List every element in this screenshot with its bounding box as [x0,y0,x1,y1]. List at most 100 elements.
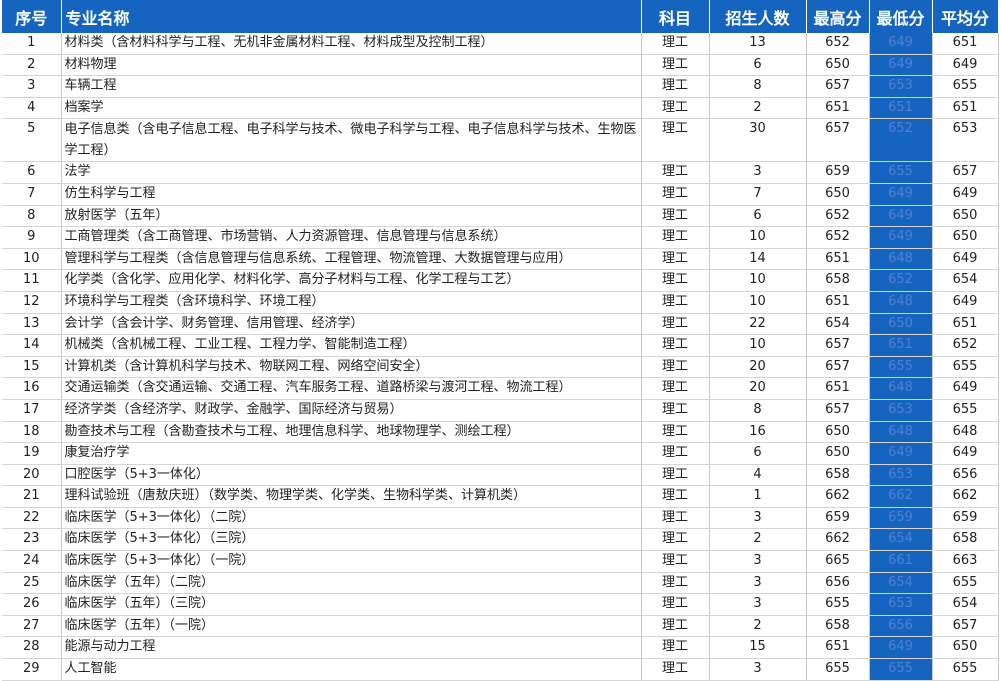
max-score-cell: 656 [806,572,870,595]
subject-cell: 理工 [641,33,710,55]
row-no-cell: 17 [2,399,62,422]
major-name-cell: 环境科学与工程类（含环境科学、环境工程） [61,291,642,314]
subject-cell: 理工 [641,97,710,120]
avg-score-cell: 649 [932,183,999,206]
quota-cell: 3 [709,572,807,595]
header-max-score: 最高分 [806,0,870,33]
min-score-cell: 653 [869,593,933,616]
max-score-cell: 658 [806,269,870,292]
min-score-cell: 649 [869,33,933,55]
subject-cell: 理工 [641,205,710,228]
row-no-cell: 9 [2,226,62,249]
major-name-cell: 康复治疗学 [61,442,642,465]
major-name-cell: 电子信息类（含电子信息工程、电子科学与技术、微电子科学与工程、电子信息科学与技术… [61,118,642,163]
major-name-cell: 仿生科学与工程 [61,183,642,206]
quota-cell: 14 [709,248,807,271]
table-row: 29 人工智能 理工 3 655 655 655 [2,658,999,681]
quota-cell: 10 [709,226,807,249]
avg-score-cell: 655 [932,658,999,681]
row-no-cell: 23 [2,528,62,552]
subject-cell: 理工 [641,54,710,77]
table-row: 15 计算机类（含计算机科学与技术、物联网工程、网络空间安全） 理工 20 657 655… [2,356,999,379]
header-row: 序号 专业名称 科目 招生人数 最高分 最低分 平均分 [2,0,999,33]
subject-cell: 理工 [641,550,710,573]
table-row: 5 电子信息类（含电子信息工程、电子科学与技术、微电子科学与工程、电子信息科学与技… [2,118,999,163]
quota-cell: 1 [709,485,807,508]
max-score-cell: 657 [806,118,870,163]
max-score-cell: 650 [806,421,870,444]
avg-score-cell: 649 [932,248,999,271]
avg-score-cell: 650 [932,226,999,249]
min-score-cell: 648 [869,421,933,444]
quota-cell: 10 [709,291,807,314]
max-score-cell: 655 [806,593,870,616]
subject-cell: 理工 [641,421,710,444]
max-score-cell: 650 [806,442,870,465]
major-name-cell: 临床医学（5+3一体化）（一院） [61,550,642,573]
quota-cell: 8 [709,399,807,422]
quota-cell: 13 [709,33,807,55]
quota-cell: 8 [709,75,807,98]
avg-score-cell: 652 [932,334,999,357]
major-name-cell: 理科试验班（唐敖庆班）（数学类、物理学类、化学类、生物科学类、计算机类） [61,485,642,508]
major-name-cell: 管理科学与工程类（含信息管理与信息系统、工程管理、物流管理、大数据管理与应用） [61,248,642,271]
table-row: 24 临床医学（5+3一体化）（一院） 理工 3 665 661 663 [2,550,999,573]
table-row: 6 法学 理工 3 659 655 657 [2,161,999,184]
major-name-cell: 临床医学（五年）（二院） [61,572,642,595]
avg-score-cell: 654 [932,593,999,616]
quota-cell: 6 [709,54,807,77]
avg-score-cell: 655 [932,75,999,98]
quota-cell: 7 [709,183,807,206]
max-score-cell: 652 [806,33,870,55]
avg-score-cell: 654 [932,269,999,292]
max-score-cell: 655 [806,658,870,681]
table-row: 3 车辆工程 理工 8 657 653 655 [2,75,999,98]
major-name-cell: 车辆工程 [61,75,642,98]
header-avg-score: 平均分 [932,0,999,33]
major-name-cell: 能源与动力工程 [61,636,642,660]
row-no-cell: 20 [2,464,62,487]
header-major-name: 专业名称 [61,0,642,33]
table-row: 16 交通运输类（含交通运输、交通工程、汽车服务工程、道路桥梁与渡河工程、物流工程… [2,377,999,400]
table-row: 20 口腔医学（5+3一体化） 理工 4 658 653 656 [2,464,999,487]
table-body: 1 材料类（含材料科学与工程、无机非金属材料工程、材料成型及控制工程） 理工 13 65… [2,33,999,681]
min-score-cell: 654 [869,572,933,595]
max-score-cell: 658 [806,615,870,638]
max-score-cell: 651 [806,291,870,314]
table-row: 22 临床医学（5+3一体化）（二院） 理工 3 659 659 659 [2,507,999,530]
subject-cell: 理工 [641,507,710,530]
major-name-cell: 临床医学（5+3一体化）（二院） [61,507,642,530]
row-no-cell: 1 [2,33,62,55]
quota-cell: 6 [709,205,807,228]
quota-cell: 3 [709,161,807,184]
avg-score-cell: 651 [932,97,999,120]
subject-cell: 理工 [641,334,710,357]
max-score-cell: 652 [806,205,870,228]
quota-cell: 16 [709,421,807,444]
min-score-cell: 661 [869,550,933,573]
row-no-cell: 15 [2,356,62,379]
avg-score-cell: 649 [932,442,999,465]
max-score-cell: 662 [806,485,870,508]
max-score-cell: 651 [806,636,870,660]
avg-score-cell: 655 [932,572,999,595]
major-name-cell: 经济学类（含经济学、财政学、金融学、国际经济与贸易） [61,399,642,422]
min-score-cell: 648 [869,291,933,314]
table-row: 1 材料类（含材料科学与工程、无机非金属材料工程、材料成型及控制工程） 理工 13 65… [2,33,999,55]
min-score-cell: 653 [869,75,933,98]
row-no-cell: 6 [2,161,62,184]
min-score-cell: 649 [869,226,933,249]
row-no-cell: 19 [2,442,62,465]
min-score-cell: 649 [869,442,933,465]
major-name-cell: 放射医学（五年） [61,205,642,228]
header-min-score: 最低分 [869,0,933,33]
subject-cell: 理工 [641,528,710,552]
admission-scores-table: 序号 专业名称 科目 招生人数 最高分 最低分 平均分 1 材料类（含材料科学与工… [2,0,999,681]
row-no-cell: 18 [2,421,62,444]
table-row: 23 临床医学（5+3一体化）（三院） 理工 2 662 654 658 [2,528,999,552]
quota-cell: 3 [709,550,807,573]
table-row: 19 康复治疗学 理工 6 650 649 649 [2,442,999,465]
quota-cell: 6 [709,442,807,465]
max-score-cell: 657 [806,399,870,422]
table-row: 14 机械类（含机械工程、工业工程、工程力学、智能制造工程） 理工 10 657 651 6… [2,334,999,357]
